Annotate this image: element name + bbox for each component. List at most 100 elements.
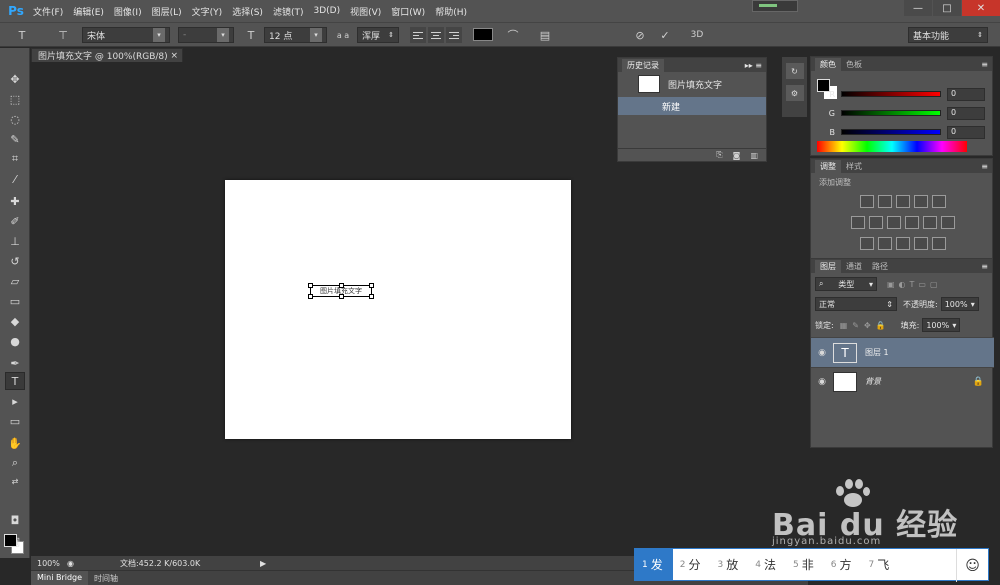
- close-button[interactable]: ✕: [962, 0, 1000, 16]
- green-slider[interactable]: [841, 110, 941, 116]
- transform-handle[interactable]: [308, 294, 313, 299]
- ime-candidate[interactable]: 5非: [786, 548, 824, 581]
- transform-handle[interactable]: [339, 294, 344, 299]
- quick-select-tool-icon[interactable]: ✎: [5, 130, 25, 148]
- tab-swatches[interactable]: 色板: [841, 58, 867, 71]
- menu-layer[interactable]: 图层(L): [147, 5, 187, 18]
- zoom-level[interactable]: 100%: [31, 559, 67, 568]
- invert-icon[interactable]: [859, 237, 874, 250]
- tab-channels[interactable]: 通道: [841, 260, 867, 273]
- tab-color[interactable]: 颜色: [815, 57, 841, 71]
- channel-mixer-icon[interactable]: [922, 216, 937, 229]
- layer-row[interactable]: ◉ 背景 🔒: [811, 367, 994, 395]
- menu-filter[interactable]: 滤镜(T): [268, 5, 309, 18]
- levels-icon[interactable]: [877, 195, 892, 208]
- workspace-select[interactable]: 基本功能 ⇕: [908, 27, 988, 43]
- font-family-select[interactable]: 宋体 ▾: [82, 27, 170, 43]
- blue-slider[interactable]: [841, 129, 941, 135]
- minimize-button[interactable]: —: [904, 0, 932, 16]
- blur-tool-icon[interactable]: ◆: [5, 312, 25, 330]
- menu-3d[interactable]: 3D(D): [308, 6, 345, 16]
- fill-field[interactable]: 100% ▾: [922, 318, 961, 332]
- panel-menu-icon[interactable]: ≡: [981, 60, 988, 69]
- transform-handle[interactable]: [369, 283, 374, 288]
- pen-tool-icon[interactable]: ✒: [5, 354, 25, 372]
- ime-candidate[interactable]: 1发: [635, 548, 673, 581]
- type-tool-icon[interactable]: T: [5, 372, 25, 390]
- tab-timeline[interactable]: 时间轴: [88, 571, 124, 585]
- photo-filter-icon[interactable]: [904, 216, 919, 229]
- align-right-button[interactable]: [446, 27, 462, 43]
- maximize-button[interactable]: □: [933, 0, 961, 16]
- lock-icons[interactable]: ▦✎✥🔒: [840, 321, 891, 330]
- quick-mask-icon[interactable]: ◘: [5, 511, 25, 529]
- panel-menu-icon[interactable]: ▸▸ ≡: [745, 61, 762, 70]
- ime-candidate[interactable]: 2分: [673, 548, 711, 581]
- text-color-swatch[interactable]: [473, 28, 493, 41]
- ime-candidate[interactable]: 4法: [748, 548, 786, 581]
- shape-tool-icon[interactable]: ▭: [5, 412, 25, 430]
- status-arrow-icon[interactable]: ▶: [260, 559, 266, 568]
- zoom-tool-icon[interactable]: ⌕: [5, 454, 25, 472]
- black-white-icon[interactable]: [886, 216, 901, 229]
- transform-handle[interactable]: [369, 294, 374, 299]
- align-center-button[interactable]: [428, 27, 444, 43]
- vibrance-icon[interactable]: [931, 195, 946, 208]
- menu-help[interactable]: 帮助(H): [430, 5, 472, 18]
- red-slider[interactable]: [841, 91, 941, 97]
- menu-select[interactable]: 选择(S): [227, 5, 268, 18]
- panel-menu-icon[interactable]: ≡: [981, 262, 988, 271]
- document-tab[interactable]: 图片填充文字 @ 100%(RGB/8) ×: [31, 48, 183, 62]
- emoji-icon[interactable]: ☺: [956, 549, 988, 582]
- hand-tool-icon[interactable]: ✋: [5, 434, 25, 452]
- eyedropper-tool-icon[interactable]: ⁄: [5, 170, 25, 188]
- ime-candidate[interactable]: 7飞: [862, 548, 900, 581]
- color-balance-icon[interactable]: [868, 216, 883, 229]
- marquee-tool-icon[interactable]: ⬚: [5, 90, 25, 108]
- history-dock-icon[interactable]: ↻: [785, 63, 804, 79]
- move-tool-icon[interactable]: ✥: [5, 70, 25, 88]
- document-canvas[interactable]: [225, 180, 571, 439]
- history-state[interactable]: 新建: [618, 97, 766, 115]
- font-size-select[interactable]: 12 点 ▾: [264, 27, 327, 43]
- transform-handle[interactable]: [308, 283, 313, 288]
- character-panel-icon[interactable]: ▤: [537, 27, 553, 43]
- status-menu-icon[interactable]: ◉: [67, 559, 74, 568]
- green-value[interactable]: 0: [947, 106, 985, 120]
- warp-text-icon[interactable]: ⌒: [505, 27, 521, 43]
- cancel-icon[interactable]: ⊘: [632, 27, 648, 43]
- selective-color-icon[interactable]: [913, 237, 928, 250]
- history-snapshot[interactable]: 图片填充文字: [618, 72, 766, 96]
- exposure-icon[interactable]: [913, 195, 928, 208]
- menu-window[interactable]: 窗口(W): [386, 5, 430, 18]
- tab-adjustments[interactable]: 调整: [815, 159, 841, 173]
- menu-view[interactable]: 视图(V): [345, 5, 386, 18]
- eraser-tool-icon[interactable]: ▱: [5, 272, 25, 290]
- crop-tool-icon[interactable]: ⌗: [5, 150, 25, 168]
- ime-candidate[interactable]: 3放: [711, 548, 749, 581]
- blend-mode-select[interactable]: 正常 ⇕: [815, 297, 897, 311]
- eye-icon[interactable]: ◉: [811, 377, 833, 387]
- properties-dock-icon[interactable]: ⚙: [785, 85, 804, 101]
- gradient-tool-icon[interactable]: ▭: [5, 292, 25, 310]
- dodge-tool-icon[interactable]: ●: [5, 332, 25, 350]
- swap-colors-icon[interactable]: ⇄: [5, 472, 25, 490]
- eye-icon[interactable]: ◉: [811, 348, 833, 358]
- commit-icon[interactable]: ✓: [657, 27, 673, 43]
- layer-name[interactable]: 图层 1: [865, 347, 889, 358]
- ime-candidate[interactable]: 6方: [824, 548, 862, 581]
- gradient-map-icon[interactable]: [931, 237, 946, 250]
- brightness-icon[interactable]: [859, 195, 874, 208]
- lasso-tool-icon[interactable]: ◌: [5, 110, 25, 128]
- camera-icon[interactable]: ◙: [733, 151, 741, 160]
- layer-filter-select[interactable]: ⌕ 类型 ▾: [815, 277, 877, 291]
- menu-type[interactable]: 文字(Y): [187, 5, 228, 18]
- antialias-select[interactable]: 浑厚 ⇕: [357, 27, 399, 43]
- new-document-icon[interactable]: ⎘: [716, 150, 722, 160]
- align-left-button[interactable]: [410, 27, 426, 43]
- layer-row[interactable]: ◉ T 图层 1: [811, 337, 994, 367]
- 3d-button[interactable]: 3D: [686, 27, 708, 43]
- type-tool-preset-icon[interactable]: T: [14, 27, 30, 43]
- posterize-icon[interactable]: [877, 237, 892, 250]
- color-spectrum[interactable]: [817, 141, 967, 152]
